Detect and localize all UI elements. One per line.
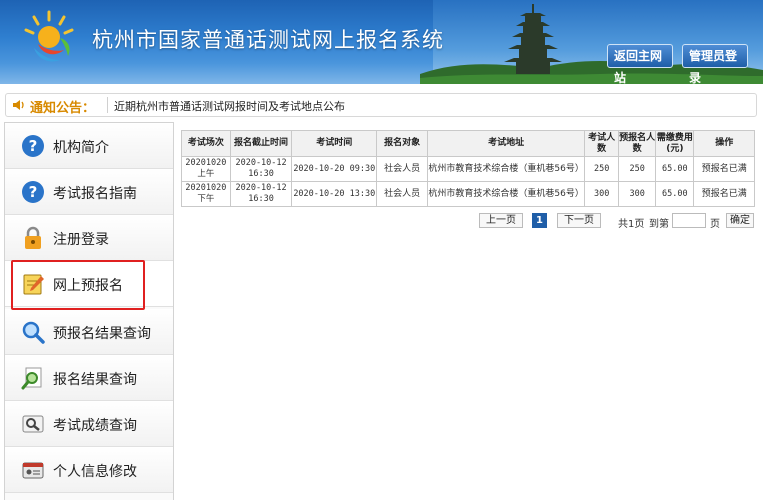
confirm-goto-button[interactable]: 确定 — [726, 213, 754, 228]
sidebar-item-label: 报名结果查询 — [53, 372, 137, 388]
column-header: 考试地址 — [427, 130, 586, 157]
target-cell: 社会人员 — [376, 156, 429, 182]
search-card-icon — [22, 415, 44, 433]
column-header: 需缴费用(元) — [655, 130, 695, 157]
capacity-cell: 250 — [584, 156, 620, 182]
admin-login-button[interactable]: 管理员登录 — [682, 44, 748, 84]
table-header-row: 考试场次 报名截止时间 考试时间 报名对象 考试地址 考试人数 预报名人数 需缴… — [181, 130, 755, 157]
magnifier-document-icon — [21, 367, 42, 390]
sidebar-item-label: 注册登录 — [53, 232, 109, 248]
pagoda-graphic — [504, 4, 562, 74]
prev-page-button[interactable]: 上一页 — [479, 213, 523, 228]
id-card-icon — [22, 462, 44, 479]
exam-time-cell: 2020-10-20 09:30 — [291, 156, 378, 182]
fee-cell: 65.00 — [655, 156, 695, 182]
current-page-number[interactable]: 1 — [532, 213, 547, 228]
sidebar-menu: ? 机构简介 ? 考试报名指南 注册登录 网上预报名 预报名结果查询 报名结果查… — [4, 122, 174, 500]
goto-page-input[interactable] — [672, 213, 706, 228]
question-icon: ? — [22, 135, 44, 157]
column-header: 报名对象 — [376, 130, 429, 157]
deadline-cell: 2020-10-12 16:30 — [229, 181, 293, 207]
notice-bar: 通知公告： 近期杭州市普通话测试网报时间及考试地点公布 — [5, 93, 757, 117]
action-cell: 预报名已满 — [693, 181, 755, 207]
notice-link[interactable]: 近期杭州市普通话测试网报时间及考试地点公布 — [114, 98, 345, 114]
column-header: 预报名人数 — [618, 130, 657, 157]
deadline-cell: 2020-10-12 16:30 — [229, 156, 293, 182]
sidebar-item-result-query[interactable]: 报名结果查询 — [5, 355, 173, 401]
session-cell: 20201020下午 — [181, 181, 231, 207]
sidebar-item-pre-result-query[interactable]: 预报名结果查询 — [5, 309, 173, 355]
sidebar-item-login[interactable]: 注册登录 — [5, 215, 173, 261]
notice-divider — [107, 97, 108, 113]
sidebar-item-label: 个人信息修改 — [53, 464, 137, 480]
capacity-cell: 300 — [584, 181, 620, 207]
pre-registered-cell: 300 — [618, 181, 657, 207]
column-header: 考试时间 — [291, 130, 378, 157]
sidebar-item-label: 考试报名指南 — [53, 186, 137, 202]
sidebar-item-about[interactable]: ? 机构简介 — [5, 123, 173, 169]
magnifier-icon — [22, 321, 45, 344]
site-title: 杭州市国家普通话测试网上报名系统 — [92, 28, 444, 52]
sidebar-item-guide[interactable]: ? 考试报名指南 — [5, 169, 173, 215]
column-header: 考试人数 — [584, 130, 620, 157]
table-row: 20201020下午 2020-10-12 16:30 2020-10-20 1… — [181, 181, 755, 207]
fee-cell: 65.00 — [655, 181, 695, 207]
table-row: 20201020上午 2020-10-12 16:30 2020-10-20 0… — [181, 156, 755, 182]
session-cell: 20201020上午 — [181, 156, 231, 182]
sidebar-item-score-query[interactable]: 考试成绩查询 — [5, 401, 173, 447]
svg-text:?: ? — [29, 137, 38, 155]
sidebar-item-profile-edit[interactable]: 个人信息修改 — [5, 447, 173, 493]
home-site-button[interactable]: 返回主网站 — [607, 44, 673, 84]
goto-prefix-text: 到第 — [649, 219, 669, 230]
column-header: 考试场次 — [181, 130, 231, 157]
total-pages-text: 共1页 — [618, 219, 645, 230]
site-header: 杭州市国家普通话测试网上报名系统 返回主网站 管理员登录 — [0, 0, 763, 84]
column-header: 报名截止时间 — [229, 130, 293, 157]
pre-registered-cell: 250 — [618, 156, 657, 182]
sidebar-item-label: 考试成绩查询 — [53, 418, 137, 434]
question-icon: ? — [22, 181, 44, 203]
notice-label: 通知公告： — [30, 101, 96, 116]
sidebar-item-label: 机构简介 — [53, 140, 109, 156]
address-cell: 杭州市教育技术综合楼（重机巷56号） — [427, 181, 586, 207]
next-page-button[interactable]: 下一页 — [557, 213, 601, 228]
svg-text:?: ? — [29, 183, 38, 201]
address-cell: 杭州市教育技术综合楼（重机巷56号） — [427, 156, 586, 182]
exam-session-table: 考试场次 报名截止时间 考试时间 报名对象 考试地址 考试人数 预报名人数 需缴… — [181, 130, 755, 207]
exam-time-cell: 2020-10-20 13:30 — [291, 181, 378, 207]
action-cell: 预报名已满 — [693, 156, 755, 182]
column-header: 操作 — [693, 130, 755, 157]
target-cell: 社会人员 — [376, 181, 429, 207]
lock-icon — [25, 226, 41, 249]
sidebar-item-label: 预报名结果查询 — [53, 326, 151, 342]
goto-suffix-text: 页 — [710, 219, 720, 230]
speaker-icon — [13, 100, 24, 110]
logo-icon — [24, 10, 74, 62]
selected-item-highlight — [11, 260, 145, 310]
